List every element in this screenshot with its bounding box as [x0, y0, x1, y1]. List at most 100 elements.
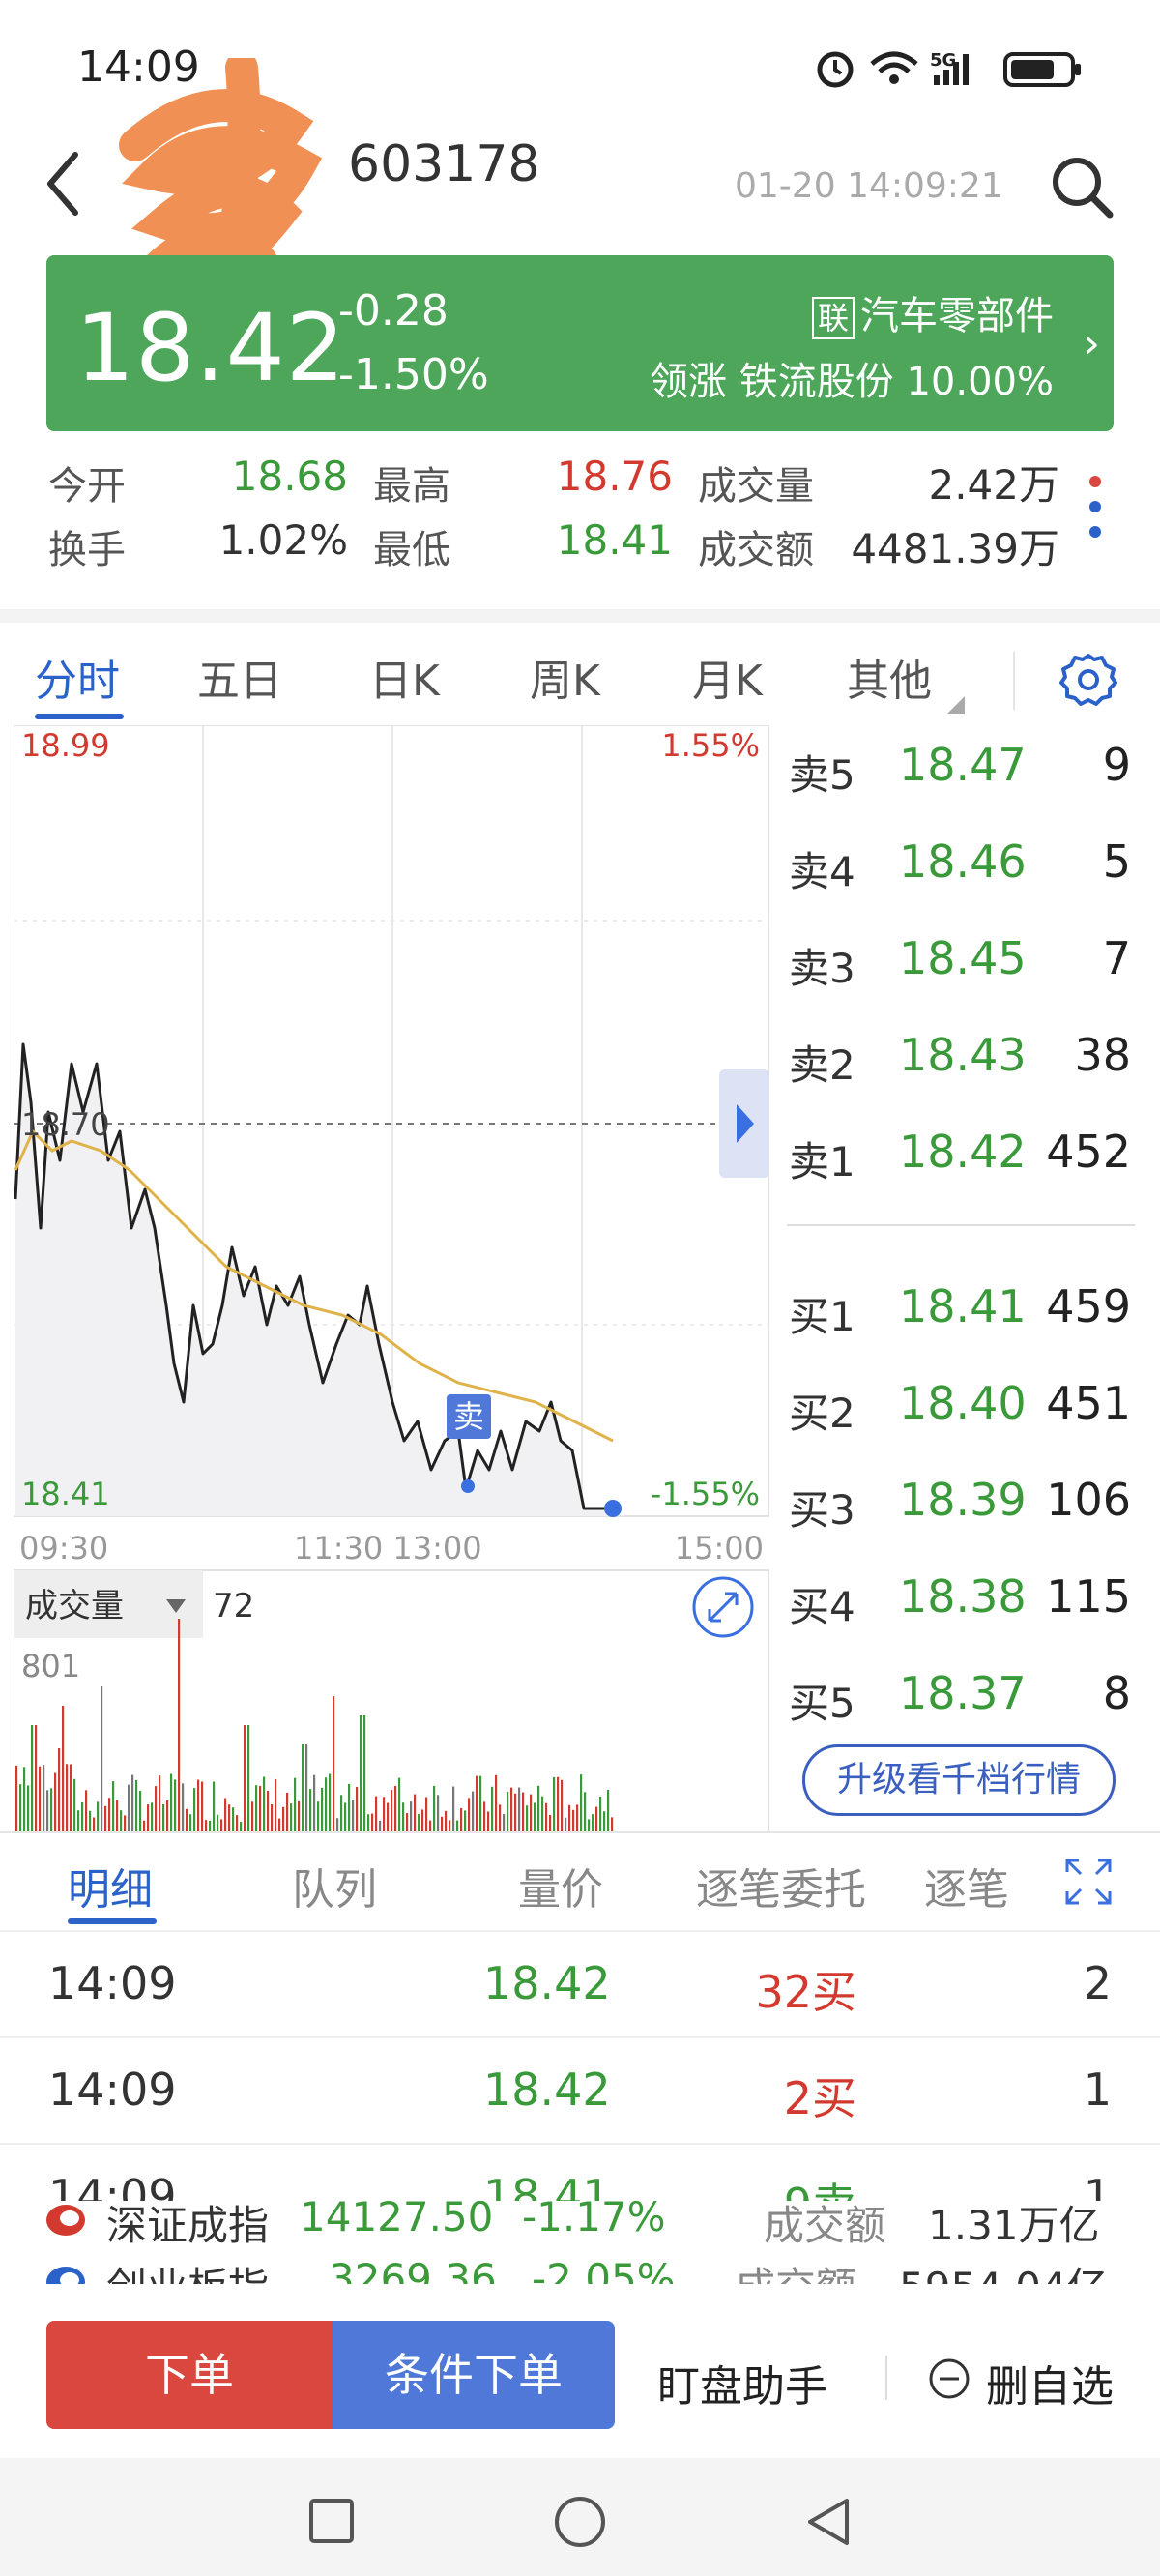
more-dots-icon[interactable]	[1081, 472, 1110, 542]
tab-other[interactable]: 其他	[847, 646, 932, 708]
volume-bar	[294, 1777, 297, 1831]
expand-icon[interactable]	[1063, 1857, 1114, 1907]
volume-bar	[159, 1775, 161, 1831]
volume-bar	[468, 1798, 471, 1831]
tab-weekly-k[interactable]: 周K	[530, 646, 600, 708]
settings-gear-icon[interactable]	[1059, 650, 1117, 708]
volume-bar	[518, 1787, 521, 1831]
tab-order-by-order[interactable]: 逐笔委托	[696, 1855, 866, 1917]
monitor-assistant-button[interactable]: 盯盘助手	[657, 2352, 827, 2414]
table-row: 14:09 18.42 32买 2	[0, 1930, 1160, 2036]
volume-bar	[70, 1764, 72, 1831]
volume-bar	[89, 1810, 92, 1831]
index-logo-icon	[46, 2205, 85, 2236]
volume-bar	[189, 1814, 192, 1831]
intraday-chart[interactable]: 卖 18.99 1.55% 18.70 18.41 -1.55% 09:30 1…	[14, 725, 769, 1833]
volume-bar	[298, 1800, 301, 1831]
volume-max: 801	[21, 1648, 80, 1684]
sell-marker-text: 卖	[453, 1398, 484, 1435]
volume-bar	[348, 1783, 351, 1831]
price-banner[interactable]: 18.42 -0.28 -1.50% 联汽车零部件 领涨 铁流股份 10.00%…	[46, 255, 1114, 431]
tab-queue[interactable]: 队列	[292, 1855, 377, 1917]
recents-square-icon[interactable]	[307, 2497, 356, 2545]
volume-bar	[186, 1808, 188, 1831]
ticker-name: 创业板指	[106, 2255, 269, 2286]
volume-bar	[607, 1789, 610, 1831]
volume-bar	[35, 1725, 38, 1831]
volume-bar	[572, 1809, 575, 1831]
tab-trade-detail[interactable]: 明细	[68, 1855, 153, 1917]
volume-bar	[85, 1790, 88, 1831]
volume-bar	[367, 1814, 370, 1831]
volume-bar	[491, 1786, 494, 1831]
index-logo-icon	[46, 2267, 85, 2286]
volume-bar	[599, 1796, 602, 1831]
volume-bar	[58, 1747, 61, 1831]
volume-bar	[97, 1801, 100, 1831]
pct-axis-top: 1.55%	[661, 727, 760, 764]
tab-tick-by-tick[interactable]: 逐笔	[924, 1855, 1017, 1917]
volume-bar	[391, 1790, 393, 1831]
volume-bar	[39, 1766, 42, 1831]
conditional-order-button[interactable]: 条件下单	[333, 2321, 615, 2429]
back-triangle-icon[interactable]	[800, 2495, 855, 2549]
price-change-pct: -1.50%	[338, 350, 489, 399]
volume-bar	[425, 1797, 428, 1831]
volume-bar	[50, 1788, 53, 1831]
ticker-amount-label: 成交额	[764, 2202, 886, 2249]
tab-daily-k[interactable]: 日K	[369, 646, 440, 708]
volume-bar	[576, 1804, 579, 1831]
volume-bar	[62, 1706, 65, 1831]
table-row: 14:09 18.42 2买 1	[0, 2036, 1160, 2143]
volume-bar	[120, 1810, 123, 1831]
ask1-label: 卖1	[789, 1138, 856, 1186]
open-label: 今开	[48, 464, 126, 509]
volume-bar	[23, 1767, 26, 1831]
price-axis-bottom: 18.41	[21, 1476, 110, 1512]
volume-bar	[406, 1813, 409, 1831]
back-button[interactable]	[37, 145, 95, 222]
volume-bar	[375, 1796, 378, 1831]
tab-volume-price[interactable]: 量价	[518, 1855, 603, 1917]
tab-intraday[interactable]: 分时	[35, 646, 120, 708]
volume-bar	[263, 1776, 266, 1831]
signal-5g-icon: 5G	[930, 50, 969, 85]
volume-bar	[387, 1802, 390, 1831]
volume-bar	[193, 1788, 196, 1831]
ticker-name: 深证成指	[106, 2202, 270, 2249]
volume-bar	[441, 1816, 444, 1831]
volume-bar	[383, 1797, 386, 1831]
volume-bar	[290, 1803, 293, 1831]
volume-bar	[464, 1810, 467, 1831]
volume-bar	[166, 1800, 169, 1831]
volume-bar	[588, 1819, 591, 1831]
index-ticker[interactable]: 深证成指 14127.50 -1.17% 成交额 1.31万亿 创业板指 326…	[0, 2201, 1160, 2286]
volume-value: 2.42万	[928, 461, 1059, 509]
open-value: 18.68	[231, 453, 348, 500]
sector-link[interactable]: 联汽车零部件	[811, 284, 1054, 340]
pct-axis-bottom: -1.55%	[651, 1476, 760, 1512]
volume-bar	[46, 1790, 49, 1831]
volume-bar	[456, 1820, 459, 1831]
tab-five-day[interactable]: 五日	[197, 646, 282, 708]
upgrade-depth-button[interactable]: 升级看千档行情	[802, 1744, 1116, 1816]
volume-bar	[267, 1791, 270, 1831]
tab-monthly-k[interactable]: 月K	[692, 646, 763, 708]
search-icon[interactable]	[1048, 153, 1116, 220]
remove-favorite-button[interactable]: 删自选	[986, 2352, 1114, 2414]
action-bar: 下单 条件下单 盯盘助手 删自选	[0, 2284, 1160, 2458]
place-order-button[interactable]: 下单	[46, 2321, 333, 2429]
section-divider	[0, 609, 1160, 623]
turnover-label: 换手	[48, 528, 126, 572]
volume-bar	[580, 1774, 583, 1831]
home-circle-icon[interactable]	[553, 2495, 607, 2549]
ask3-label: 卖3	[789, 945, 856, 992]
volume-bar	[398, 1777, 401, 1831]
wifi-icon	[870, 51, 918, 84]
tab-divider	[1013, 652, 1015, 710]
volume-bar	[15, 1765, 18, 1831]
volume-bar	[178, 1619, 181, 1831]
volume-bar	[371, 1813, 374, 1831]
time-label-close: 15:00	[675, 1530, 764, 1566]
stock-code: 603178	[348, 135, 540, 193]
